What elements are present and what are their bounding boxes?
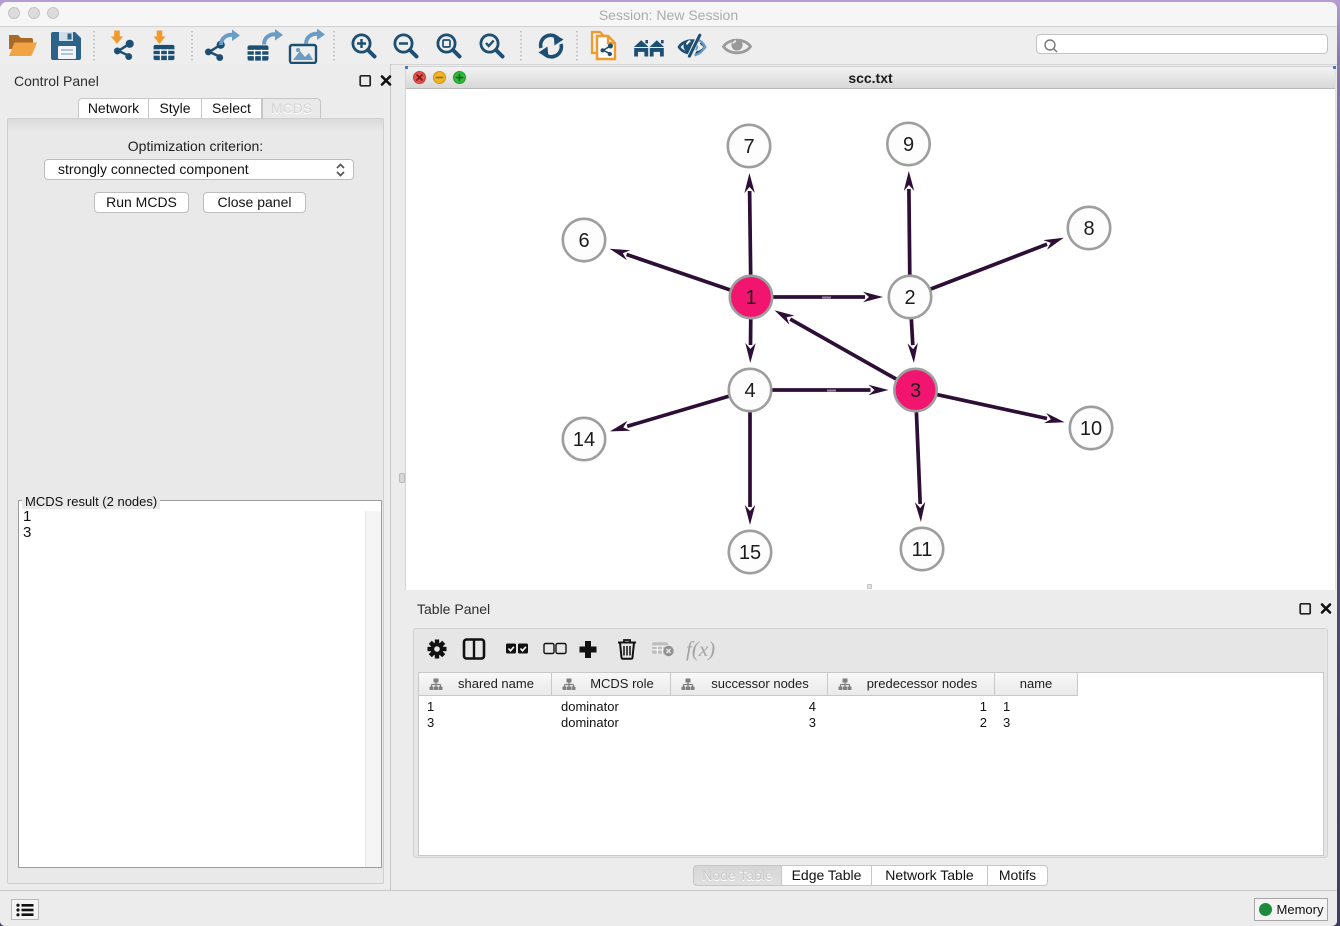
svg-text:14: 14 <box>573 429 595 451</box>
svg-text:3: 3 <box>910 380 921 402</box>
svg-text:10: 10 <box>1080 418 1102 440</box>
svg-text:2: 2 <box>904 287 915 309</box>
svg-text:7: 7 <box>743 136 754 158</box>
svg-text:15: 15 <box>739 542 761 564</box>
svg-text:9: 9 <box>903 134 914 156</box>
svg-text:f(x): f(x) <box>686 637 715 661</box>
svg-text:4: 4 <box>744 380 755 402</box>
svg-text:1: 1 <box>745 287 756 309</box>
svg-text:6: 6 <box>578 230 589 252</box>
svg-text:11: 11 <box>912 539 933 561</box>
svg-text:8: 8 <box>1083 218 1094 240</box>
